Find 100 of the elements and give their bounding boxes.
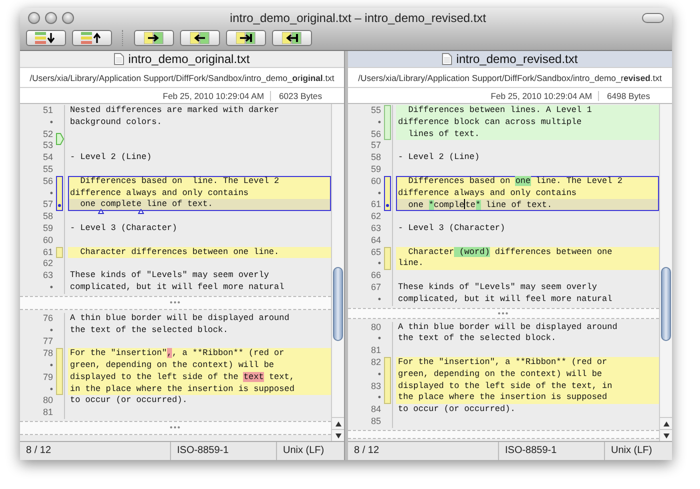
line-number: 57 xyxy=(370,140,382,152)
line-number: • xyxy=(376,368,382,381)
line-number: 54 xyxy=(42,152,54,164)
fold-separator[interactable]: ••• xyxy=(20,296,331,310)
file-name: intro_demo_revised.txt xyxy=(456,52,578,66)
line-number: • xyxy=(376,294,382,306)
line-number: 57 xyxy=(42,199,54,212)
toolbar-button[interactable] xyxy=(226,30,266,46)
toolbar-button[interactable] xyxy=(180,30,220,46)
line-number: • xyxy=(48,116,54,129)
line-number: 62 xyxy=(370,211,382,223)
code-line: one complete line of text. xyxy=(70,199,213,212)
line-number: • xyxy=(48,282,54,294)
stripes-down-arrow-icon xyxy=(35,32,57,44)
insertion-pointer-icon xyxy=(56,132,64,145)
line-number: 81 xyxy=(42,407,54,419)
code-line: background colors. xyxy=(70,116,162,129)
copy-arrow-icon xyxy=(144,32,164,44)
line-number: • xyxy=(376,333,382,346)
code-line: displayed to the left side of the text text, xyxy=(70,372,294,384)
code-line: - Level 2 (Line) xyxy=(398,152,480,164)
file-header[interactable]: intro_demo_revised.txt xyxy=(348,51,672,68)
code-line: Nested differences are marked with darker xyxy=(70,105,280,117)
line-number: 53 xyxy=(42,140,54,152)
line-number: 63 xyxy=(370,222,382,235)
line-number: 58 xyxy=(42,211,54,223)
stripes-up-arrow-icon xyxy=(81,32,103,44)
code-line: complicated, but it will feel more natural xyxy=(398,294,612,306)
code-line: These kinds of "Levels" may seem overly xyxy=(70,270,269,282)
scrollbar-thumb[interactable] xyxy=(333,266,343,341)
line-number: • xyxy=(376,258,382,270)
scroll-down-arrow-icon[interactable] xyxy=(662,432,670,438)
code-line: For the "insertion",, a **Ribbon** (red or xyxy=(70,348,284,360)
line-number: 58 xyxy=(370,152,382,164)
line-number: 80 xyxy=(370,322,382,334)
code-line: difference always and only contains xyxy=(70,188,249,200)
file-header[interactable]: intro_demo_original.txt xyxy=(20,51,344,68)
code-line: complicated, but it will feel more natural xyxy=(70,282,284,294)
code-line: A thin blue border will be displayed around xyxy=(70,312,290,325)
fold-separator[interactable]: ••• xyxy=(20,420,331,435)
line-number: 67 xyxy=(370,282,382,294)
code-line: the place where the insertion is supposed xyxy=(398,392,608,404)
status-field: 8 / 12 xyxy=(348,442,498,460)
code-line: difference block can across multiple xyxy=(398,116,582,129)
line-number: 62 xyxy=(42,258,54,270)
line-number: 79 xyxy=(42,372,54,384)
file-path: /Users/xia/Library/Application Support/DiffFork/Sandbox/intro_demo_revised.txt xyxy=(358,72,662,82)
diff-ribbon[interactable] xyxy=(56,176,63,212)
code-line: Differences between lines. A Level 1 xyxy=(407,105,592,117)
code-line: to occur (or occurred). xyxy=(398,404,516,416)
toolbar-button[interactable] xyxy=(26,30,66,46)
line-number: 56 xyxy=(370,128,382,140)
window-control-button[interactable] xyxy=(28,12,40,24)
scrollbar[interactable] xyxy=(659,104,672,441)
line-number: 61 xyxy=(42,246,54,258)
line-number: 85 xyxy=(370,416,382,428)
code-line: Character differences between one line. xyxy=(79,246,280,258)
line-number: 76 xyxy=(42,312,54,325)
scroll-up-arrow-icon[interactable] xyxy=(334,420,342,426)
window-control-button[interactable] xyxy=(45,12,57,24)
window-title: intro_demo_original.txt – intro_demo_revised.txt xyxy=(228,11,488,25)
line-number: 82 xyxy=(370,356,382,369)
code-line: line. xyxy=(398,258,424,270)
line-number: 55 xyxy=(42,164,54,176)
code-line: green, depending on the context) will be xyxy=(70,360,274,372)
line-number: 80 xyxy=(42,395,54,408)
toolbar-toggle-button[interactable] xyxy=(642,13,664,23)
line-number: 78 xyxy=(42,348,54,360)
code-line: Differences based on one line. The Level 2 xyxy=(407,176,622,188)
line-number: 59 xyxy=(42,222,54,235)
toolbar-button[interactable] xyxy=(134,30,174,46)
file-name: intro_demo_original.txt xyxy=(128,52,250,66)
scrollbar-thumb[interactable] xyxy=(661,266,671,341)
line-number: 52 xyxy=(42,128,54,140)
code-line: - Level 2 (Line) xyxy=(70,152,152,164)
code-line: in the place where the insertion is supposed xyxy=(70,384,294,396)
code-line: to occur (or occurred). xyxy=(70,395,188,408)
diff-ribbon[interactable] xyxy=(384,176,391,212)
scrollbar[interactable] xyxy=(331,104,344,441)
window-control-button[interactable] xyxy=(62,12,74,24)
toolbar-button[interactable] xyxy=(272,30,312,46)
line-number: 66 xyxy=(370,270,382,282)
line-number: 81 xyxy=(370,345,382,357)
copy-arrow-icon xyxy=(236,32,256,44)
modified-date: Feb 25, 2010 10:29:04 AM xyxy=(162,90,265,100)
line-number: • xyxy=(376,188,382,200)
document-icon xyxy=(442,53,452,65)
code-line: Differences based on line. The Level 2 xyxy=(79,176,280,188)
code-line: Character (word) differences between one xyxy=(407,246,612,258)
file-size: 6498 Bytes xyxy=(598,90,672,100)
line-number: • xyxy=(48,324,54,336)
line-number: 77 xyxy=(42,336,54,348)
line-number: 64 xyxy=(370,234,382,247)
scroll-down-arrow-icon[interactable] xyxy=(334,432,342,438)
toolbar-button[interactable] xyxy=(72,30,112,46)
copy-arrow-icon xyxy=(282,32,302,44)
document-icon xyxy=(114,53,124,65)
fold-separator[interactable]: ••• xyxy=(348,308,659,319)
line-number: • xyxy=(376,116,382,129)
scroll-up-arrow-icon[interactable] xyxy=(662,420,670,426)
